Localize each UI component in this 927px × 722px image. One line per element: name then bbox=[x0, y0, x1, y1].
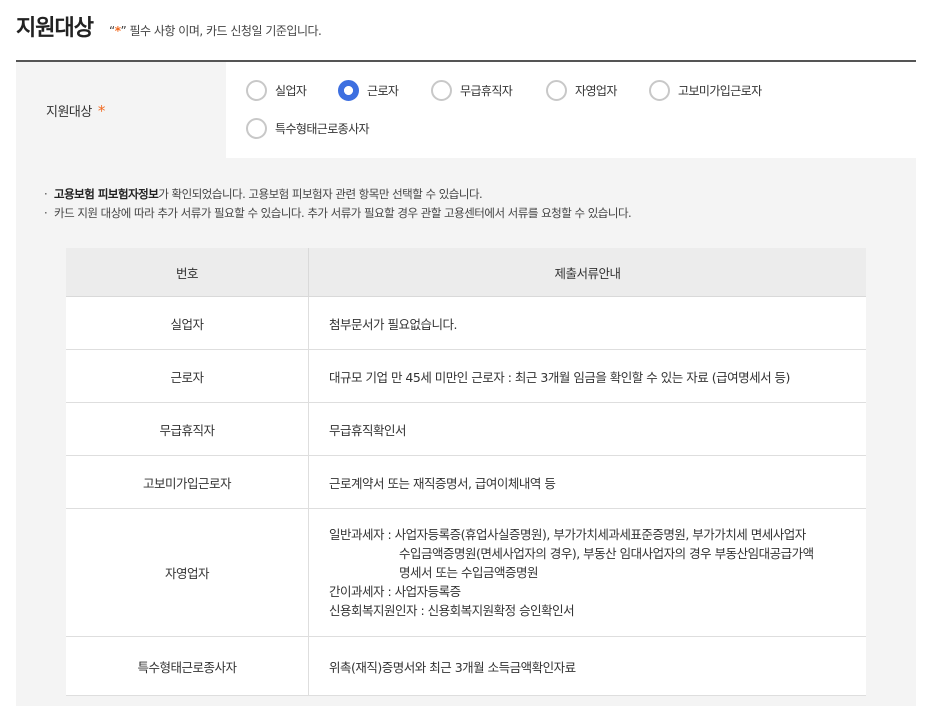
table-row: 특수형태근로종사자 위촉(재직)증명서와 최근 3개월 소득금액확인자료 bbox=[66, 636, 866, 696]
radio-circle-icon bbox=[246, 80, 267, 101]
row-documents: 무급휴직확인서 bbox=[308, 402, 866, 456]
row-documents: 대규모 기업 만 45세 미만인 근로자 : 최근 3개월 임금을 확인할 수 … bbox=[308, 349, 866, 403]
table-row: 무급휴직자 무급휴직확인서 bbox=[66, 402, 866, 456]
bullet-dot-icon: · bbox=[44, 206, 48, 220]
row-type: 무급휴직자 bbox=[66, 402, 309, 456]
support-target-row: 지원대상 * 실업자 근로자 무급휴직자 자영업자 고보미가입근로자 특수형태근… bbox=[16, 60, 916, 160]
radio-label: 고보미가입근로자 bbox=[678, 84, 762, 98]
row-type: 실업자 bbox=[66, 296, 309, 350]
doc-line: 명세서 또는 수입금액증명원 bbox=[399, 565, 538, 580]
doc-line: 간이과세자 : 사업자등록증 bbox=[329, 584, 461, 599]
notice-text: 가 확인되었습니다. 고용보험 피보험자 관련 항목만 선택할 수 있습니다. bbox=[158, 187, 483, 201]
column-header-number: 번호 bbox=[66, 248, 309, 297]
doc-line: 신용회복지원인자 : 신용회복지원확정 승인확인서 bbox=[329, 603, 575, 618]
radio-special-worker[interactable]: 특수형태근로종사자 bbox=[246, 118, 370, 139]
table-header-row: 번호 제출서류안내 bbox=[66, 248, 866, 297]
table-row: 고보미가입근로자 근로계약서 또는 재직증명서, 급여이체내역 등 bbox=[66, 455, 866, 509]
support-target-label: 지원대상 * bbox=[16, 62, 226, 159]
radio-circle-icon bbox=[546, 80, 567, 101]
row-documents: 일반과세자 : 사업자등록증(휴업사실증명원), 부가가치세과세표준증명원, 부… bbox=[308, 508, 866, 637]
radio-label: 실업자 bbox=[275, 84, 307, 98]
notice-insured: · 고용보험 피보험자정보가 확인되었습니다. 고용보험 피보험자 관련 항목만 … bbox=[44, 186, 483, 202]
doc-line: 일반과세자 : 사업자등록증(휴업사실증명원), 부가가치세과세표준증명원, 부… bbox=[329, 527, 806, 542]
support-target-label-text: 지원대상 bbox=[46, 105, 92, 120]
radio-uninsured-employee[interactable]: 고보미가입근로자 bbox=[649, 80, 762, 101]
column-header-documents: 제출서류안내 bbox=[308, 248, 866, 297]
table-row: 근로자 대규모 기업 만 45세 미만인 근로자 : 최근 3개월 임금을 확인… bbox=[66, 349, 866, 403]
radio-circle-icon bbox=[246, 118, 267, 139]
row-type: 자영업자 bbox=[66, 508, 309, 637]
table-row: 자영업자 일반과세자 : 사업자등록증(휴업사실증명원), 부가가치세과세표준증… bbox=[66, 508, 866, 637]
row-type: 근로자 bbox=[66, 349, 309, 403]
table-row: 실업자 첨부문서가 필요없습니다. bbox=[66, 296, 866, 350]
info-panel: · 고용보험 피보험자정보가 확인되었습니다. 고용보험 피보험자 관련 항목만 … bbox=[16, 158, 916, 706]
row-type: 특수형태근로종사자 bbox=[66, 636, 309, 696]
row-documents: 위촉(재직)증명서와 최근 3개월 소득금액확인자료 bbox=[308, 636, 866, 696]
page-header: 지원대상 “*” 필수 사항 이며, 카드 신청일 기준입니다. bbox=[16, 10, 322, 41]
notice-bold: 고용보험 피보험자정보 bbox=[54, 187, 159, 201]
radio-self-employed[interactable]: 자영업자 bbox=[546, 80, 617, 101]
bullet-dot-icon: · bbox=[44, 187, 48, 201]
radio-circle-icon bbox=[431, 80, 452, 101]
required-note-text: 필수 사항 이며, 카드 신청일 기준입니다. bbox=[126, 24, 322, 38]
row-type: 고보미가입근로자 bbox=[66, 455, 309, 509]
radio-label: 무급휴직자 bbox=[460, 84, 513, 98]
radio-unpaid-leave[interactable]: 무급휴직자 bbox=[431, 80, 513, 101]
row-documents: 첨부문서가 필요없습니다. bbox=[308, 296, 866, 350]
radio-employee[interactable]: 근로자 bbox=[338, 80, 399, 101]
documents-table: 번호 제출서류안내 실업자 첨부문서가 필요없습니다. 근로자 대규모 기업 만… bbox=[66, 248, 866, 696]
notice-extra-docs: · 카드 지원 대상에 따라 추가 서류가 필요할 수 있습니다. 추가 서류가 … bbox=[44, 205, 632, 221]
radio-circle-icon bbox=[649, 80, 670, 101]
radio-unemployed[interactable]: 실업자 bbox=[246, 80, 307, 101]
doc-line: 수입금액증명원(면세사업자의 경우), 부동산 임대사업자의 경우 부동산임대공… bbox=[399, 546, 814, 561]
required-star-icon: * bbox=[97, 101, 106, 120]
page-title: 지원대상 bbox=[16, 16, 94, 41]
required-note: “*” 필수 사항 이며, 카드 신청일 기준입니다. bbox=[109, 22, 322, 39]
row-documents: 근로계약서 또는 재직증명서, 급여이체내역 등 bbox=[308, 455, 866, 509]
radio-label: 특수형태근로종사자 bbox=[275, 122, 370, 136]
support-target-options: 실업자 근로자 무급휴직자 자영업자 고보미가입근로자 특수형태근로종사자 bbox=[226, 62, 916, 159]
radio-checked-icon bbox=[338, 80, 359, 101]
radio-label: 자영업자 bbox=[575, 84, 617, 98]
radio-label: 근로자 bbox=[367, 84, 399, 98]
notice-text: 카드 지원 대상에 따라 추가 서류가 필요할 수 있습니다. 추가 서류가 필… bbox=[54, 206, 632, 220]
